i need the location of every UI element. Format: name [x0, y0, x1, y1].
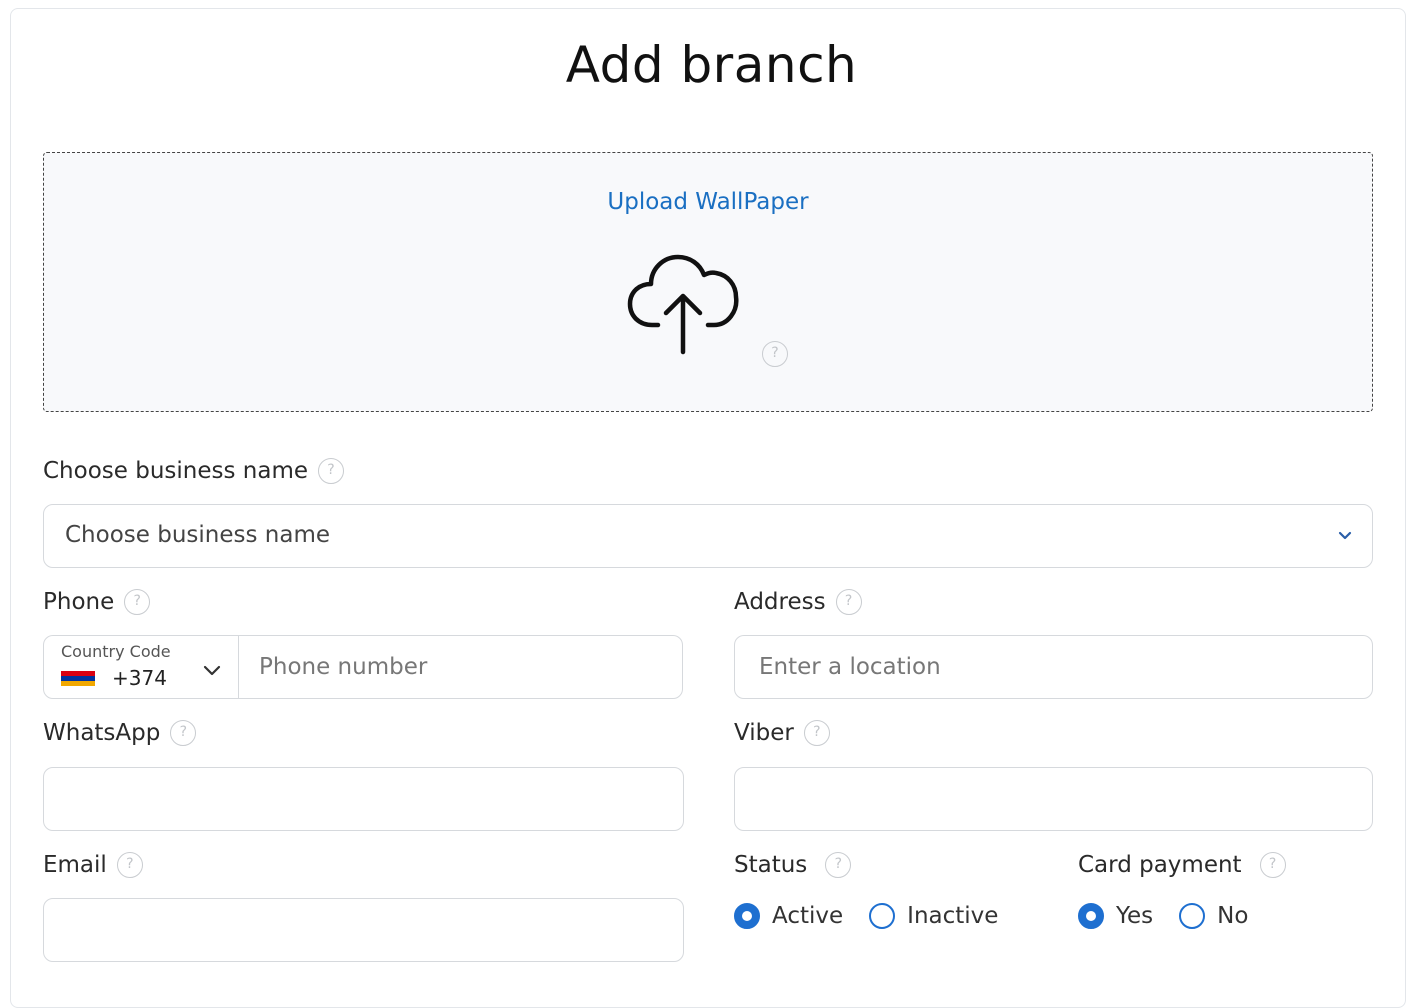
card-payment-radio-group: Yes No [1078, 903, 1274, 929]
address-help-icon[interactable]: ? [835, 589, 862, 615]
status-option-active[interactable]: Active [734, 903, 843, 929]
business-name-select[interactable]: Choose business name [43, 504, 1373, 568]
whatsapp-label-row: WhatsApp ? [43, 720, 197, 746]
country-code-value: +374 [112, 666, 167, 690]
business-name-select-value: Choose business name [65, 522, 331, 548]
business-name-label: Choose business name [43, 458, 309, 484]
upload-help-icon[interactable]: ? [762, 341, 788, 367]
status-label: Status [734, 852, 808, 878]
radio-unchecked-icon[interactable] [869, 903, 896, 929]
card-payment-help-icon[interactable]: ? [1259, 852, 1286, 878]
address-placeholder: Enter a location [759, 654, 941, 680]
business-name-help-icon[interactable]: ? [318, 458, 345, 484]
card-payment-label-row: Card payment ? [1078, 852, 1286, 878]
card-payment-label: Card payment [1078, 852, 1242, 878]
phone-label-row: Phone ? [43, 589, 151, 615]
viber-input[interactable] [734, 767, 1373, 831]
page-title: Add branch [565, 36, 858, 94]
status-help-icon[interactable]: ? [825, 852, 852, 878]
address-label: Address [734, 589, 826, 615]
viber-label: Viber [734, 720, 794, 746]
address-input[interactable]: Enter a location [734, 635, 1373, 699]
status-radio-group: Active Inactive [734, 903, 1024, 929]
upload-wallpaper-label: Upload WallPaper [607, 189, 809, 215]
card-payment-option-no[interactable]: No [1179, 903, 1248, 929]
phone-field: Country Code +374 Phone number [43, 635, 683, 699]
card-payment-option-label: Yes [1116, 903, 1154, 929]
cloud-upload-icon [627, 254, 739, 355]
email-label-row: Email ? [43, 852, 143, 878]
card-payment-option-yes[interactable]: Yes [1078, 903, 1153, 929]
status-label-row: Status ? [734, 852, 852, 878]
business-name-label-row: Choose business name ? [43, 458, 345, 484]
chevron-down-icon [1338, 531, 1352, 540]
email-help-icon[interactable]: ? [116, 852, 143, 878]
whatsapp-label: WhatsApp [43, 720, 161, 746]
phone-label: Phone [43, 589, 115, 615]
whatsapp-help-icon[interactable]: ? [170, 720, 197, 746]
upload-wallpaper-dropzone[interactable]: Upload WallPaper ? [43, 152, 1373, 412]
armenia-flag-icon [61, 671, 95, 686]
radio-checked-icon[interactable] [1078, 903, 1104, 929]
address-label-row: Address ? [734, 589, 862, 615]
status-option-label: Active [772, 903, 844, 929]
viber-help-icon[interactable]: ? [803, 720, 830, 746]
phone-help-icon[interactable]: ? [124, 589, 151, 615]
chevron-down-icon [203, 665, 221, 676]
whatsapp-input[interactable] [43, 767, 684, 831]
country-code-label: Country Code [61, 642, 171, 661]
radio-checked-icon[interactable] [734, 903, 760, 929]
status-option-inactive[interactable]: Inactive [869, 903, 998, 929]
status-option-label: Inactive [907, 903, 999, 929]
email-label: Email [43, 852, 107, 878]
viber-label-row: Viber ? [734, 720, 830, 746]
phone-number-input[interactable]: Phone number [259, 654, 427, 680]
country-code-select[interactable]: Country Code +374 [44, 636, 239, 698]
card-payment-option-label: No [1217, 903, 1249, 929]
email-input[interactable] [43, 898, 684, 962]
radio-unchecked-icon[interactable] [1179, 903, 1206, 929]
